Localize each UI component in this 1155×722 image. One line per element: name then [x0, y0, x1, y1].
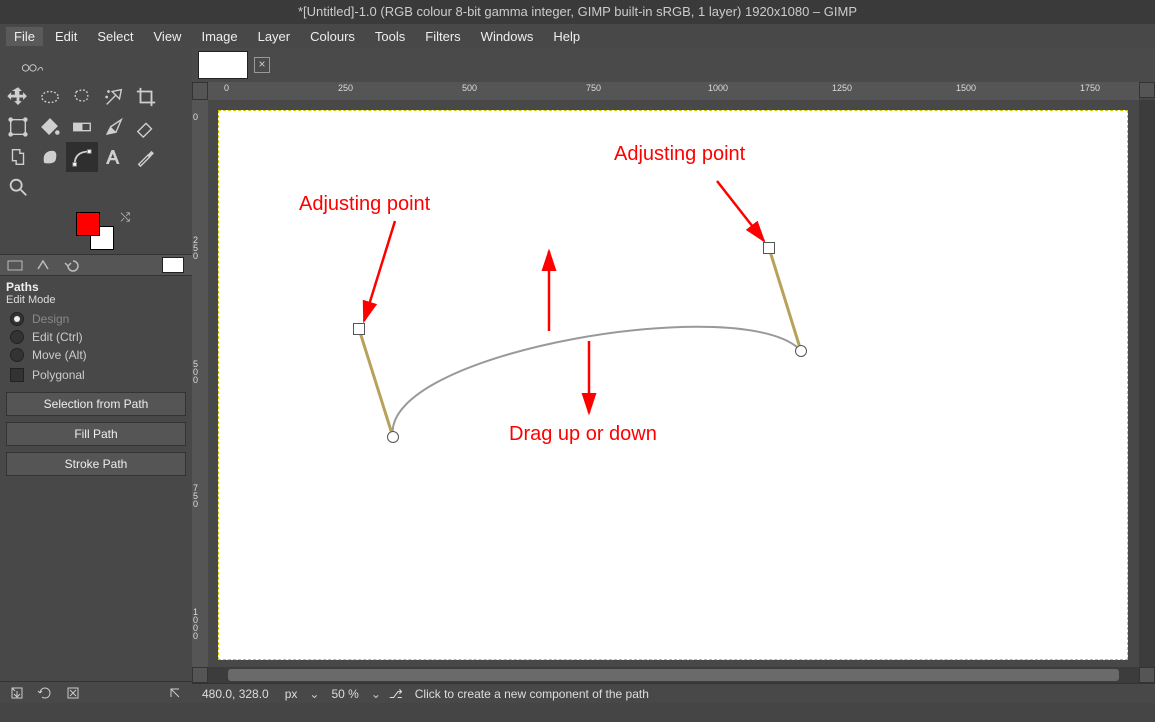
status-hint: Click to create a new component of the p… — [411, 687, 653, 701]
hruler-750: 750 — [586, 83, 601, 93]
image-area: × 0 250 500 750 1000 1250 1500 1750 0 25… — [192, 48, 1155, 703]
menu-tools[interactable]: Tools — [367, 27, 413, 46]
ruler-origin[interactable] — [192, 82, 208, 100]
eraser-icon[interactable] — [130, 112, 162, 142]
menu-edit[interactable]: Edit — [47, 27, 85, 46]
vertical-scrollbar[interactable] — [1139, 100, 1155, 667]
transform-icon[interactable] — [2, 112, 34, 142]
menu-view[interactable]: View — [146, 27, 190, 46]
mode-design[interactable]: Design — [0, 310, 192, 328]
undo-history-tab-icon[interactable] — [60, 256, 82, 274]
close-tab-icon[interactable]: × — [254, 57, 270, 73]
fill-path-button[interactable]: Fill Path — [6, 422, 186, 446]
paths-cursor-icon: ⎇ — [389, 687, 403, 701]
hruler-1500: 1500 — [956, 83, 976, 93]
horizontal-scrollbar[interactable] — [208, 667, 1139, 683]
stroke-path-button[interactable]: Stroke Path — [6, 452, 186, 476]
color-swatches: ⤭ — [0, 208, 192, 254]
unit-chevron-icon[interactable]: ⌄ — [309, 687, 319, 701]
color-picker-icon[interactable] — [130, 142, 162, 172]
panel-title: Paths — [0, 276, 192, 294]
path-handle-1[interactable] — [353, 323, 365, 335]
path-anchor-2[interactable] — [795, 345, 807, 357]
vruler-0: 0 — [193, 112, 207, 122]
status-zoom[interactable]: 50 % — [327, 687, 362, 701]
menu-windows[interactable]: Windows — [473, 27, 542, 46]
hruler-1250: 1250 — [832, 83, 852, 93]
mode-design-label: Design — [32, 312, 69, 326]
fg-color-swatch[interactable] — [76, 212, 100, 236]
quickmask-toggle-icon[interactable] — [192, 667, 208, 683]
menu-image[interactable]: Image — [193, 27, 245, 46]
paths-tool-icon[interactable] — [66, 142, 98, 172]
menu-layer[interactable]: Layer — [250, 27, 299, 46]
canvas[interactable]: Adjusting point Adjusting point Drag up … — [218, 110, 1128, 660]
free-select-icon[interactable] — [66, 82, 98, 112]
window-title: *[Untitled]-1.0 (RGB colour 8-bit gamma … — [0, 0, 1155, 24]
smudge-icon[interactable] — [34, 142, 66, 172]
brush-icon[interactable] — [98, 112, 130, 142]
image-tab-bar: × — [192, 48, 1155, 82]
horizontal-ruler[interactable]: 0 250 500 750 1000 1250 1500 1750 — [208, 82, 1139, 100]
hruler-0: 0 — [224, 83, 229, 93]
mode-move-label: Move (Alt) — [32, 348, 87, 362]
polygonal-label: Polygonal — [32, 368, 85, 382]
active-image-thumb[interactable] — [162, 257, 184, 273]
menu-file[interactable]: File — [6, 27, 43, 46]
reset-options-icon[interactable] — [166, 684, 184, 702]
clone-icon[interactable] — [2, 142, 34, 172]
menu-bar: File Edit Select View Image Layer Colour… — [0, 24, 1155, 48]
anno-adj2: Adjusting point — [614, 143, 745, 166]
menu-filters[interactable]: Filters — [417, 27, 468, 46]
status-unit[interactable]: px — [281, 687, 302, 701]
hruler-250: 250 — [338, 83, 353, 93]
menu-help[interactable]: Help — [545, 27, 588, 46]
panel-subtitle: Edit Mode — [0, 294, 192, 310]
move-tool-icon[interactable] — [2, 82, 34, 112]
hruler-1750: 1750 — [1080, 83, 1100, 93]
menu-colours[interactable]: Colours — [302, 27, 363, 46]
path-handle-2[interactable] — [763, 242, 775, 254]
tool-options-tabs — [0, 254, 192, 276]
toolbox: A — [0, 48, 192, 208]
mode-edit-label: Edit (Ctrl) — [32, 330, 83, 344]
ellipse-select-icon[interactable] — [34, 82, 66, 112]
svg-text:A: A — [107, 146, 120, 167]
left-dock: A ⤭ Paths Edit Mode Design Edit (Ctrl) M… — [0, 48, 192, 703]
bucket-icon[interactable] — [34, 112, 66, 142]
save-options-icon[interactable] — [8, 684, 26, 702]
zoom-tool-icon[interactable] — [2, 172, 34, 202]
vertical-ruler[interactable]: 0 250 500 750 1000 — [192, 100, 208, 667]
gradient-icon[interactable] — [66, 112, 98, 142]
fuzzy-select-icon[interactable] — [98, 82, 130, 112]
tool-options-tab-icon[interactable] — [4, 256, 26, 274]
crop-icon[interactable] — [130, 82, 162, 112]
zoom-chevron-icon[interactable]: ⌄ — [371, 687, 381, 701]
selection-from-path-button[interactable]: Selection from Path — [6, 392, 186, 416]
delete-options-icon[interactable] — [64, 684, 82, 702]
path-anchor-1[interactable] — [387, 431, 399, 443]
navigation-icon[interactable] — [1139, 667, 1155, 683]
text-tool-icon[interactable]: A — [98, 142, 130, 172]
restore-options-icon[interactable] — [36, 684, 54, 702]
swap-colors-icon[interactable]: ⤭ — [120, 210, 130, 225]
canvas-viewport[interactable]: Adjusting point Adjusting point Drag up … — [208, 100, 1139, 667]
anno-drag: Drag up or down — [509, 423, 657, 446]
status-bar: 480.0, 328.0 px ⌄ 50 % ⌄ ⎇ Click to create… — [192, 683, 1155, 703]
document-tab[interactable] — [198, 51, 248, 79]
hruler-1000: 1000 — [708, 83, 728, 93]
menu-select[interactable]: Select — [89, 27, 141, 46]
device-status-tab-icon[interactable] — [32, 256, 54, 274]
mode-edit[interactable]: Edit (Ctrl) — [0, 328, 192, 346]
hruler-500: 500 — [462, 83, 477, 93]
dock-bottom-icons — [0, 681, 192, 703]
quickmask-corner[interactable] — [1139, 82, 1155, 98]
anno-adj1: Adjusting point — [299, 193, 430, 216]
mode-move[interactable]: Move (Alt) — [0, 346, 192, 364]
wilber-logo-icon — [2, 52, 62, 82]
status-coords: 480.0, 328.0 — [198, 687, 273, 701]
polygonal-check[interactable]: Polygonal — [0, 364, 192, 390]
